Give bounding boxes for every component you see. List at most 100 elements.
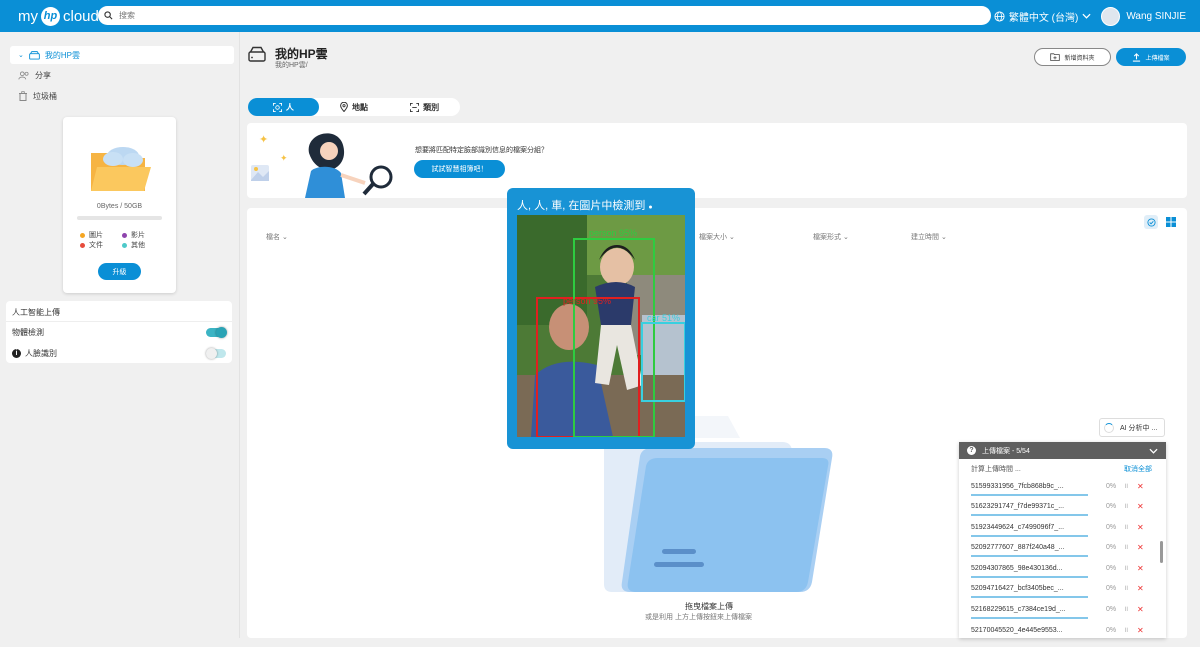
upload-row: 52094307865_98e430136d... 0% ॥ ✕ (971, 564, 1159, 585)
upload-panel-scrollbar[interactable] (1160, 541, 1163, 563)
close-icon[interactable]: ✕ (1137, 564, 1144, 573)
detection-popup: 人, 人, 車, 在圖片中檢測到 ● person 95% person 95%… (507, 188, 695, 449)
header-actions: ? 繁體中文 (台灣) Wang SINJIE (970, 5, 1186, 27)
pause-icon[interactable]: ॥ (1124, 482, 1128, 491)
grid-view-icon[interactable] (1164, 215, 1178, 229)
tab-places[interactable]: 地點 (319, 98, 390, 116)
upload-button[interactable]: 上傳檔案 (1116, 48, 1186, 66)
column-header-created[interactable]: 建立時間 ⌄ (911, 232, 947, 242)
close-icon[interactable]: ✕ (1137, 502, 1144, 511)
avatar (1101, 6, 1121, 26)
users-icon (18, 70, 29, 79)
detection-label-person-green: person 95% (589, 228, 638, 238)
try-smart-album-button[interactable]: 試試智慧相簿吧！ (414, 160, 505, 178)
upload-progress-bar (971, 576, 1088, 578)
face-recognition-toggle[interactable] (206, 348, 226, 359)
legend-label: 其他 (131, 242, 145, 249)
tab-label: 地點 (352, 102, 368, 112)
chevron-down-icon[interactable]: ⌄ (18, 51, 24, 59)
pause-icon[interactable]: ॥ (1124, 584, 1128, 593)
new-folder-label: 新增資料夾 (1064, 55, 1095, 62)
cancel-all-button[interactable]: 取消全部 (1124, 464, 1152, 474)
upload-icon (1133, 52, 1141, 62)
app-logo[interactable]: my hp cloud (18, 6, 99, 26)
close-icon[interactable]: ✕ (1137, 482, 1144, 491)
legend-images: 圖片 (80, 230, 103, 240)
tab-label: 類別 (423, 102, 440, 112)
breadcrumb[interactable]: 我的HP雲/ (275, 60, 308, 70)
info-icon[interactable]: i (12, 349, 21, 358)
sidebar-item-share[interactable]: 分享 (10, 66, 234, 84)
upload-progress-bar (971, 494, 1088, 496)
sidebar-item-trash[interactable]: 垃圾桶 (10, 87, 234, 105)
detection-photo: person 95% person 95% car 51% (517, 215, 685, 437)
pause-icon[interactable]: ॥ (1124, 626, 1128, 635)
chevron-down-icon: ⌄ (842, 234, 849, 241)
search-input[interactable] (119, 11, 919, 20)
upload-progress-bar (971, 514, 1088, 516)
drive-icon (248, 46, 266, 62)
upload-row: 52168229615_c7384ce19d_... 0% ॥ ✕ (971, 605, 1159, 626)
hp-logo-icon: hp (41, 6, 60, 26)
pause-icon[interactable]: ॥ (1124, 543, 1128, 552)
help-icon[interactable]: ? (967, 446, 976, 455)
tab-people[interactable]: 人 (248, 98, 319, 116)
toggle-knob (216, 327, 227, 338)
user-name: Wang SINJIE (1126, 10, 1186, 22)
upload-time-estimate: 計算上傳時間 ... (971, 466, 1021, 473)
column-header-filesize[interactable]: 檔案大小 ⌄ (699, 232, 735, 242)
column-header-filename[interactable]: 檔名 ⌄ (266, 232, 288, 242)
upload-percent: 0% (1106, 627, 1117, 634)
select-mode-button[interactable] (1144, 215, 1158, 229)
upgrade-button[interactable]: 升級 (98, 263, 141, 280)
legend-label: 圖片 (89, 232, 103, 239)
close-icon[interactable]: ✕ (1137, 523, 1144, 532)
upload-filename: 51923449624_c7499096f7_... (971, 524, 1065, 531)
svg-text:✦: ✦ (259, 134, 268, 146)
trash-icon (19, 91, 27, 101)
upload-panel-header[interactable]: ? 上傳檔案 - 5/54 (959, 442, 1166, 459)
pause-icon[interactable]: ॥ (1124, 502, 1128, 511)
toggle-knob (206, 348, 217, 359)
close-icon[interactable]: ✕ (1137, 584, 1144, 593)
close-icon[interactable]: ✕ (1137, 605, 1144, 614)
column-header-filetype[interactable]: 檔案形式 ⌄ (813, 232, 849, 242)
upload-percent: 0% (1106, 483, 1117, 490)
object-detection-toggle[interactable] (206, 327, 227, 338)
sidebar-item-label: 垃圾桶 (33, 91, 57, 101)
cloud-folder-icon (91, 147, 151, 191)
legend-others: 其他 (122, 240, 145, 250)
face-scan-icon (272, 102, 282, 112)
column-label: 建立時間 (911, 234, 939, 241)
drop-subtitle: 或是利用 上方上傳按鈕來上傳檔案 (645, 614, 752, 621)
smart-album-tabs: 人 地點 類別 (248, 98, 460, 116)
chevron-down-icon[interactable] (1149, 448, 1158, 454)
close-icon[interactable]: ✕ (1137, 626, 1144, 635)
pause-icon[interactable]: ॥ (1124, 605, 1128, 614)
close-icon[interactable]: ✕ (1137, 543, 1144, 552)
pause-icon[interactable]: ॥ (1124, 523, 1128, 532)
sidebar-item-my-hp-cloud[interactable]: ⌄ 我的HP雲 (10, 46, 234, 64)
legend-dot (122, 242, 127, 248)
new-folder-button[interactable]: 新增資料夾 (1034, 48, 1111, 66)
ai-analyzing-status: AI 分析中 ... (1099, 418, 1165, 437)
user-menu[interactable]: Wang SINJIE (1101, 6, 1186, 26)
tab-label: 人 (285, 102, 294, 112)
pause-icon[interactable]: ॥ (1124, 564, 1128, 573)
upload-row: 52092777607_887f240a48_... 0% ॥ ✕ (971, 543, 1159, 564)
chevron-down-icon: ⌄ (281, 234, 288, 241)
help-icon[interactable]: ? (970, 9, 984, 23)
search-bar[interactable] (98, 6, 991, 25)
object-detection-label: 物體檢測 (12, 328, 44, 337)
upload-panel-title: 上傳檔案 - 5/54 (982, 447, 1030, 455)
logo-cloud: cloud (63, 7, 99, 25)
detection-title-text: 人, 人, 車, 在圖片中檢測到 (517, 200, 646, 212)
tab-categories[interactable]: 類別 (389, 98, 460, 116)
upload-filename: 52094716427_bcf3405bec_... (971, 585, 1064, 592)
drive-icon (29, 50, 40, 60)
language-selector[interactable]: 繁體中文 (台灣) (994, 9, 1091, 24)
detection-image (517, 215, 685, 437)
top-bar: my hp cloud ? 繁體中文 (台灣) Wang SINJIE (0, 0, 1200, 32)
legend-dot (80, 242, 85, 248)
legend-label: 影片 (131, 232, 145, 239)
